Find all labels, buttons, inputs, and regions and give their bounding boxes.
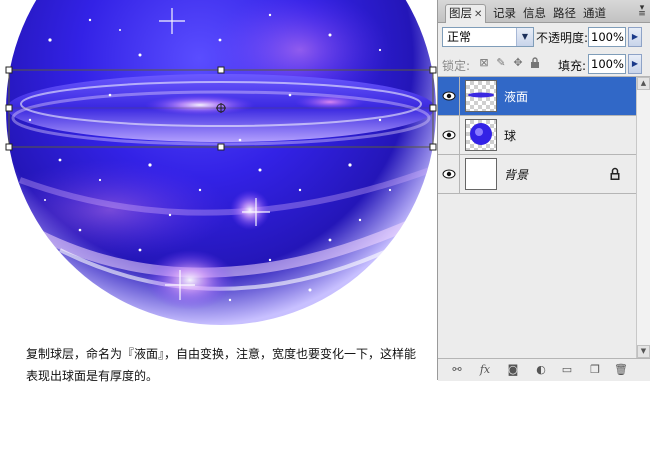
fill-input[interactable]: 100%: [588, 54, 626, 74]
layer-thumbnail: [465, 158, 497, 190]
layer-list-scrollbar[interactable]: ▲ ▼: [636, 77, 650, 358]
fill-label: 填充:: [558, 59, 587, 73]
eye-icon[interactable]: [442, 130, 456, 140]
folder-icon[interactable]: ▭: [560, 364, 574, 376]
layer-name[interactable]: 球: [504, 127, 516, 144]
scroll-down-icon[interactable]: ▼: [637, 345, 650, 358]
chevron-down-icon[interactable]: ▼: [516, 28, 533, 46]
layer-list: 液面 球 背景: [438, 77, 636, 358]
lock-icon: [610, 167, 620, 180]
lock-label: 锁定:: [442, 59, 471, 73]
layer-thumbnail: [465, 80, 497, 112]
layers-bottom-toolbar: ⚯ fx ◙ ◐ ▭ ❐ 🗑: [438, 358, 650, 381]
visibility-toggle[interactable]: [438, 155, 460, 193]
mask-icon[interactable]: ◙: [506, 364, 520, 376]
lock-move-icon[interactable]: ✥: [512, 57, 524, 69]
visibility-toggle[interactable]: [438, 116, 460, 154]
tab-layers-label: 图层: [449, 6, 472, 20]
sphere-artwork: [5, 0, 437, 325]
tutorial-caption: 复制球层，命名为『液面』，自由变换，注意，宽度也要变化一下，这样能 表现出球面是…: [26, 343, 430, 387]
opacity-label: 不透明度:: [536, 31, 589, 45]
adjustment-icon[interactable]: ◐: [534, 364, 548, 376]
layer-name[interactable]: 液面: [504, 88, 528, 105]
layer-row-background[interactable]: 背景: [438, 155, 636, 194]
caption-line-1: 复制球层，命名为『液面』，自由变换，注意，宽度也要变化一下，这样能: [26, 347, 417, 361]
eye-icon[interactable]: [442, 169, 456, 179]
layer-name[interactable]: 背景: [504, 166, 528, 183]
tab-layers[interactable]: 图层 ✕: [445, 4, 487, 23]
blend-mode-select[interactable]: 正常 ▼: [442, 27, 534, 47]
blend-mode-value: 正常: [447, 30, 472, 44]
fx-icon[interactable]: fx: [478, 364, 492, 376]
scroll-up-icon[interactable]: ▲: [637, 77, 650, 90]
panel-tab-bar: 图层 ✕ 记录 信息 路径 通道 ▾ ≡: [438, 0, 650, 23]
tab-history[interactable]: 记录: [490, 5, 519, 22]
link-icon[interactable]: ⚯: [450, 364, 464, 376]
new-layer-icon[interactable]: ❐: [588, 364, 602, 376]
canvas-area[interactable]: [0, 0, 437, 330]
panel-menu-icon[interactable]: ▾ ≡: [637, 4, 647, 19]
opacity-slider-button[interactable]: ▶: [628, 27, 642, 47]
tab-paths[interactable]: 路径: [550, 5, 579, 22]
layer-row-sphere[interactable]: 球: [438, 116, 636, 155]
caption-line-2: 表现出球面是有厚度的。: [26, 369, 159, 383]
layers-panel: 图层 ✕ 记录 信息 路径 通道 ▾ ≡ 正常 ▼ 不透明度: 100% ▶ 锁定:…: [437, 0, 650, 381]
lock-transparent-icon[interactable]: ⊠: [478, 57, 490, 69]
eye-icon[interactable]: [442, 91, 456, 101]
lock-all-icon[interactable]: [529, 57, 541, 69]
layer-thumbnail: [465, 119, 497, 151]
lock-fill-row: 锁定: ⊠ ✎ ✥ 填充: 100% ▶: [438, 52, 650, 77]
screenshot: 复制球层，命名为『液面』，自由变换，注意，宽度也要变化一下，这样能 表现出球面是…: [0, 0, 650, 450]
trash-icon[interactable]: 🗑: [614, 364, 628, 376]
close-icon[interactable]: ✕: [474, 7, 482, 23]
opacity-input[interactable]: 100%: [588, 27, 626, 47]
blend-opacity-row: 正常 ▼ 不透明度: 100% ▶: [438, 25, 650, 49]
lock-paint-icon[interactable]: ✎: [495, 57, 507, 69]
visibility-toggle[interactable]: [438, 77, 460, 115]
tab-info[interactable]: 信息: [520, 5, 549, 22]
fill-slider-button[interactable]: ▶: [628, 54, 642, 74]
tab-channels[interactable]: 通道: [580, 5, 609, 22]
layer-row-liquid[interactable]: 液面: [438, 77, 636, 116]
